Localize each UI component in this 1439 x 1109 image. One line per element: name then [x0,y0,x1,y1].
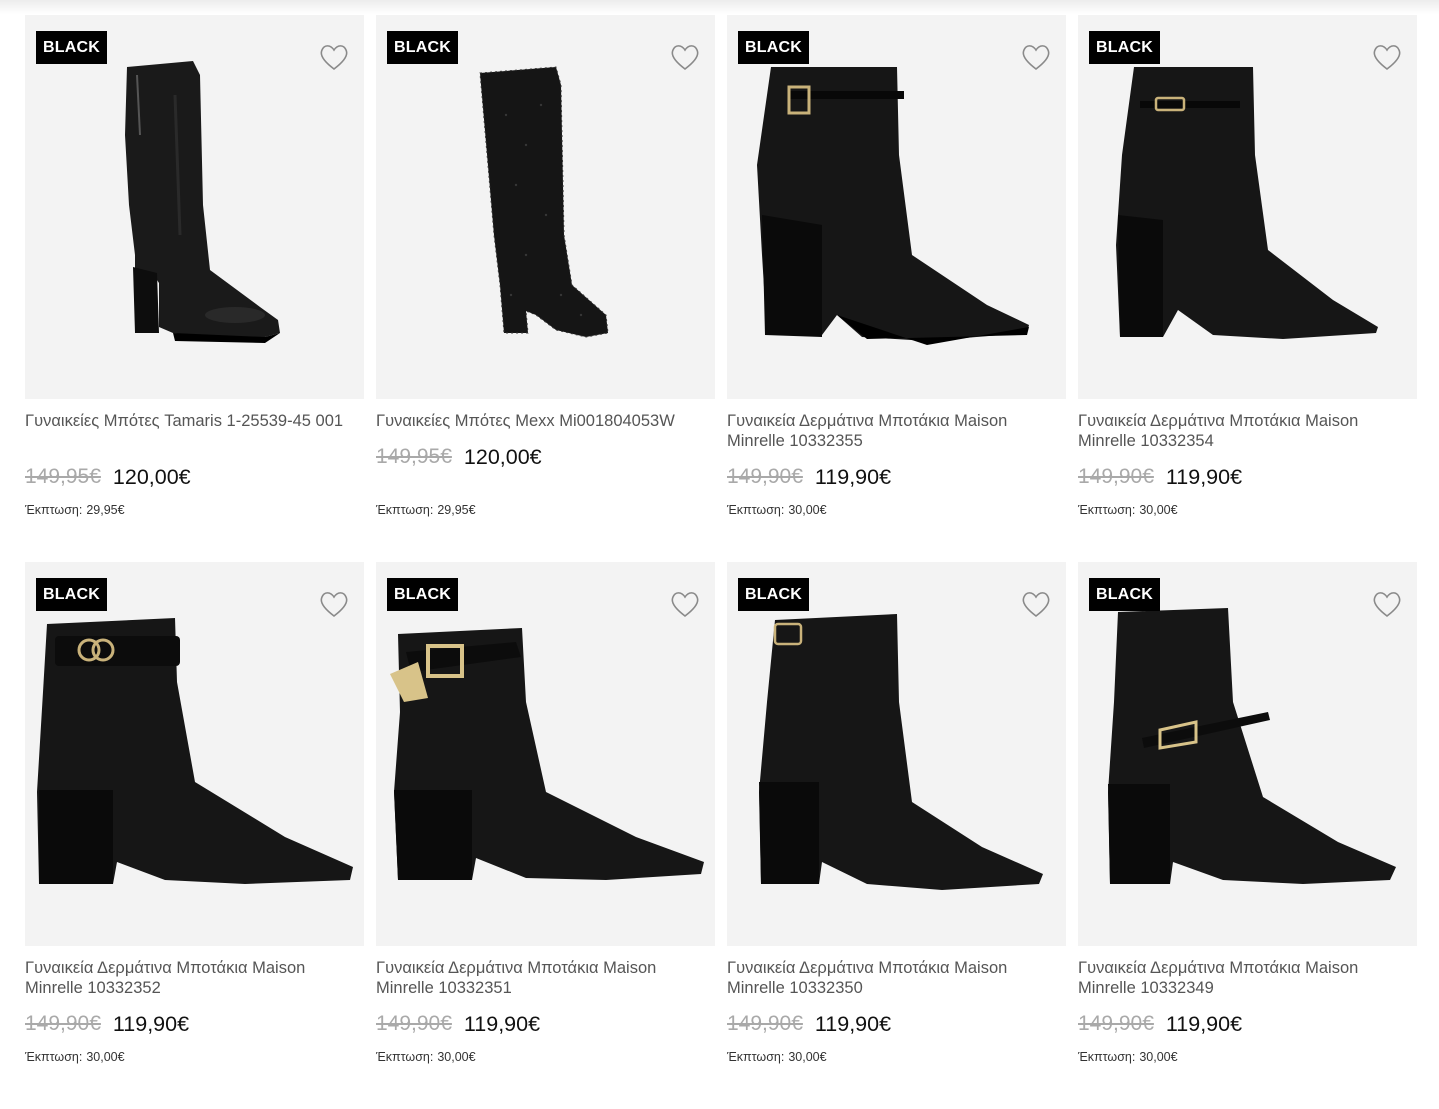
heart-outline-icon[interactable] [319,43,349,71]
ankle-boot-buckle-image [757,67,1029,345]
discount-label: Έκπτωση: [25,1050,83,1064]
product-image[interactable]: BLACK [376,562,715,946]
heart-outline-icon[interactable] [670,590,700,618]
tall-boot-image [125,61,280,343]
heart-outline-icon[interactable] [1021,43,1051,71]
price-row: 149,95€ 120,00€ [376,443,715,471]
old-price: 149,95€ [25,465,101,488]
product-card[interactable]: BLACK Γυναικεία Δερμάτινα Μποτάκια Maiso… [1078,562,1417,1109]
discount-label: Έκπτωση: [727,1050,785,1064]
heart-outline-icon[interactable] [1021,590,1051,618]
discount-text: Έκπτωση: 30,00€ [25,1050,364,1064]
heart-outline-icon[interactable] [1372,590,1402,618]
new-price: 120,00€ [112,464,191,489]
discount-value: 30,00€ [86,1050,125,1064]
discount-text: Έκπτωση: 29,95€ [25,503,364,517]
discount-value: 30,00€ [1139,503,1178,517]
product-image[interactable]: BLACK [1078,562,1417,946]
color-badge: BLACK [738,31,809,64]
discount-text: Έκπτωση: 30,00€ [727,1050,1066,1064]
product-card[interactable]: BLACK Γυναικεία Δερμάτινα Μποτάκια Maiso… [1078,15,1417,562]
product-card[interactable]: BLACK Γυναικεία Δερμάτινα Μποτάκια Maiso… [727,562,1066,1109]
product-image[interactable]: BLACK [376,15,715,399]
ankle-boot-low-strap-image [1108,608,1396,884]
color-badge: BLACK [1089,578,1160,611]
price-row: 149,90€ 119,90€ [376,1010,715,1038]
color-badge: BLACK [738,578,809,611]
ankle-boot-chain-image [1116,67,1378,339]
price-row: 149,90€ 119,90€ [25,1010,364,1038]
new-price: 119,90€ [112,1011,190,1036]
product-card[interactable]: BLACK Γυναικεία Δερμάτινα Μποτάκια Maiso… [25,562,364,1109]
old-price: 149,95€ [376,445,452,468]
product-image[interactable]: BLACK [25,15,364,399]
product-title[interactable]: Γυναικεία Δερμάτινα Μποτάκια Maison Minr… [25,958,355,998]
product-title[interactable]: Γυναικεία Δερμάτινα Μποτάκια Maison Minr… [1078,411,1408,451]
discount-label: Έκπτωση: [376,503,434,517]
discount-label: Έκπτωση: [727,503,785,517]
discount-value: 29,95€ [86,503,125,517]
new-price: 119,90€ [1165,464,1243,489]
color-badge: BLACK [36,31,107,64]
color-badge: BLACK [387,31,458,64]
discount-label: Έκπτωση: [25,503,83,517]
product-image[interactable]: BLACK [25,562,364,946]
product-image[interactable]: BLACK [727,15,1066,399]
ankle-boot-strap-image [37,618,353,884]
heart-outline-icon[interactable] [670,43,700,71]
discount-text: Έκπτωση: 29,95€ [376,503,715,517]
discount-value: 29,95€ [437,503,476,517]
old-price: 149,90€ [1078,1012,1154,1035]
color-badge: BLACK [1089,31,1160,64]
product-title[interactable]: Γυναικεία Δερμάτινα Μποτάκια Maison Minr… [727,958,1057,998]
new-price: 119,90€ [814,1011,892,1036]
discount-label: Έκπτωση: [1078,503,1136,517]
price-row: 149,90€ 119,90€ [1078,1010,1417,1038]
tall-boot-glitter-image [479,66,609,338]
discount-value: 30,00€ [788,1050,827,1064]
heart-outline-icon[interactable] [319,590,349,618]
product-card[interactable]: BLACK Γυναικείες Μπότες Mexx Mi001804053… [376,15,715,562]
old-price: 149,90€ [376,1012,452,1035]
product-image[interactable]: BLACK [727,562,1066,946]
discount-label: Έκπτωση: [1078,1050,1136,1064]
discount-value: 30,00€ [437,1050,476,1064]
product-card[interactable]: BLACK Γυναικείες Μπότες Tamaris 1-25539-… [25,15,364,562]
color-badge: BLACK [387,578,458,611]
price-row: 149,90€ 119,90€ [1078,463,1417,491]
price-row: 149,90€ 119,90€ [727,463,1066,491]
product-card[interactable]: BLACK Γυναικεία Δερμάτινα Μποτάκια Maiso… [376,562,715,1109]
old-price: 149,90€ [727,1012,803,1035]
heart-outline-icon[interactable] [1372,43,1402,71]
product-title[interactable]: Γυναικεία Δερμάτινα Μποτάκια Maison Minr… [376,958,706,998]
ankle-boot-clasp-image [759,614,1043,890]
price-row: 149,95€ 120,00€ [25,463,364,491]
old-price: 149,90€ [1078,465,1154,488]
discount-text: Έκπτωση: 30,00€ [1078,1050,1417,1064]
ankle-boot-big-buckle-image [390,628,704,880]
discount-text: Έκπτωση: 30,00€ [1078,503,1417,517]
new-price: 119,90€ [814,464,892,489]
new-price: 119,90€ [1165,1011,1243,1036]
product-grid: BLACK Γυναικείες Μπότες Tamaris 1-25539-… [25,15,1417,1109]
product-card[interactable]: BLACK Γυναικεία Δερμάτινα Μποτάκια Maiso… [727,15,1066,562]
discount-text: Έκπτωση: 30,00€ [376,1050,715,1064]
old-price: 149,90€ [727,465,803,488]
new-price: 119,90€ [463,1011,541,1036]
discount-text: Έκπτωση: 30,00€ [727,503,1066,517]
price-row: 149,90€ 119,90€ [727,1010,1066,1038]
old-price: 149,90€ [25,1012,101,1035]
product-image[interactable]: BLACK [1078,15,1417,399]
header-shadow [0,0,1439,14]
discount-label: Έκπτωση: [376,1050,434,1064]
product-title[interactable]: Γυναικεία Δερμάτινα Μποτάκια Maison Minr… [727,411,1057,451]
discount-value: 30,00€ [1139,1050,1178,1064]
color-badge: BLACK [36,578,107,611]
product-title[interactable]: Γυναικείες Μπότες Mexx Mi001804053W [376,411,706,431]
product-title[interactable]: Γυναικείες Μπότες Tamaris 1-25539-45 001 [25,411,355,451]
product-title[interactable]: Γυναικεία Δερμάτινα Μποτάκια Maison Minr… [1078,958,1408,998]
new-price: 120,00€ [463,444,542,469]
discount-value: 30,00€ [788,503,827,517]
